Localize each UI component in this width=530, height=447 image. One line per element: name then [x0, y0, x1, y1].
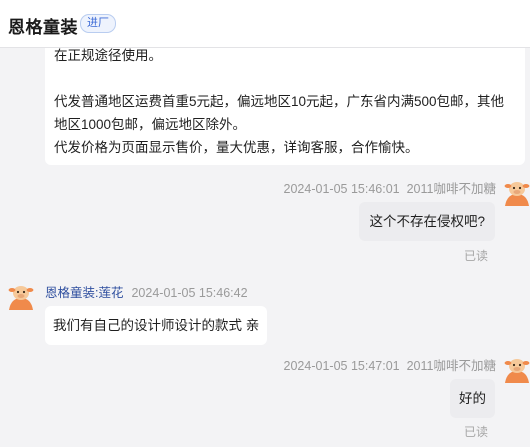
message-line: 代发价格为页面显示售价，量大优惠，详询客服，合作愉快。: [54, 140, 419, 155]
message-bubble-customer: 好的: [450, 379, 495, 418]
cartoon-cow-avatar-icon[interactable]: [503, 178, 530, 206]
message-meta-customer: 2024-01-05 15:47:01 2011咖啡不加糖: [284, 355, 496, 374]
message-sender: 2011咖啡不加糖: [406, 359, 496, 373]
cartoon-cow-avatar-icon[interactable]: [7, 282, 35, 310]
shop-name[interactable]: 恩格童装: [8, 13, 78, 38]
message-text: 好的: [459, 391, 486, 406]
message-text: 我们有自己的设计师设计的款式 亲: [53, 318, 260, 333]
message-time: 2024-01-05 15:46:42: [131, 286, 248, 300]
message-meta-customer: 2024-01-05 15:46:01 2011咖啡不加糖: [284, 178, 496, 197]
message-sender[interactable]: 恩格童装:莲花: [45, 286, 123, 300]
message-text: 这个不存在侵权吧?: [369, 214, 485, 229]
message-bubble-shop: 在正规途径使用。 代发普通地区运费首重5元起，偏远地区10元起，广东省内满500…: [45, 48, 525, 165]
message-list[interactable]: 在正规途径使用。 代发普通地区运费首重5元起，偏远地区10元起，广东省内满500…: [0, 48, 530, 447]
read-status: 已读: [463, 249, 488, 263]
cartoon-cow-avatar-icon[interactable]: [503, 355, 530, 383]
message-sender: 2011咖啡不加糖: [406, 182, 496, 196]
message-line: 代发普通地区运费首重5元起，偏远地区10元起，广东省内满500包邮，其他: [54, 94, 505, 109]
message-time: 2024-01-05 15:46:01: [283, 182, 400, 196]
chat-header: 恩格童装 进厂: [0, 0, 530, 48]
read-status: 已读: [463, 425, 488, 439]
message-line: 地区1000包邮，偏远地区除外。: [54, 117, 247, 132]
message-meta-shop: 恩格童装:莲花 2024-01-05 15:46:42: [45, 282, 248, 301]
message-line: 在正规途径使用。: [54, 48, 162, 63]
message-bubble-shop: 我们有自己的设计师设计的款式 亲: [45, 306, 268, 345]
message-bubble-customer: 这个不存在侵权吧?: [359, 202, 495, 241]
factory-tag: 进厂: [80, 14, 116, 33]
message-time: 2024-01-05 15:47:01: [283, 359, 400, 373]
